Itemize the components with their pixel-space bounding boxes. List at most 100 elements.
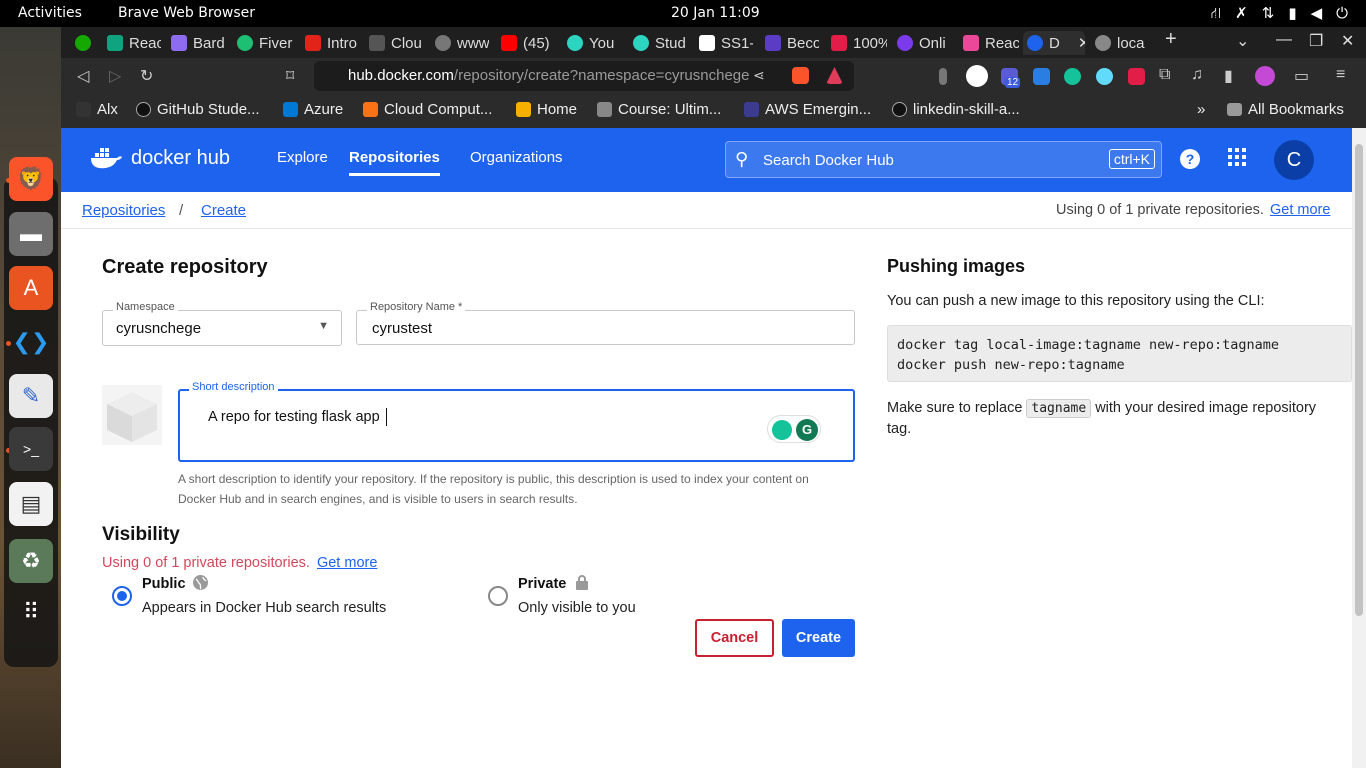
scrollbar-thumb[interactable] [1355, 144, 1363, 616]
files-icon[interactable]: ▬ [9, 212, 53, 256]
create-button[interactable]: Create [782, 619, 855, 657]
help-icon[interactable]: ? [1179, 148, 1201, 176]
activities-button[interactable]: Activities [18, 5, 82, 21]
extension-icon[interactable] [966, 65, 988, 87]
bookmark-item[interactable]: Cloud Comput... [363, 101, 492, 118]
browser-tab[interactable]: Bard [167, 31, 229, 55]
brave-icon[interactable]: 🦁 [9, 157, 53, 201]
extension-icon[interactable] [1033, 68, 1050, 85]
public-radio[interactable] [112, 586, 132, 606]
tab-search-chevron-icon[interactable]: ⌄ [1236, 31, 1249, 51]
breadcrumb-repositories[interactable]: Repositories [82, 202, 165, 219]
namespace-select[interactable]: cyrusnchege ▼ [102, 310, 342, 346]
extension-icon[interactable] [939, 68, 947, 85]
clock[interactable]: 20 Jan 11:09 [671, 5, 760, 21]
browser-tab[interactable]: Onli [893, 31, 953, 55]
grammarly-widget[interactable]: G [767, 415, 821, 443]
minimize-icon[interactable]: — [1276, 31, 1292, 49]
public-label[interactable]: Public [142, 576, 186, 592]
browser-tab-active[interactable]: D ✕ [1023, 31, 1085, 55]
bookmark-item[interactable]: GitHub Stude... [136, 101, 260, 118]
network-icon[interactable]: ⛙ [1211, 4, 1222, 24]
browser-tab[interactable]: Reac [103, 31, 161, 55]
search-docker-hub[interactable]: ⚲ Search Docker Hub ctrl+K [725, 141, 1162, 178]
bookmark-item[interactable]: Home [516, 101, 577, 118]
breadcrumb-create[interactable]: Create [201, 202, 246, 219]
new-tab-icon[interactable]: + [1165, 28, 1177, 51]
vscode-icon[interactable]: ❮❯ [9, 320, 53, 364]
browser-tab[interactable]: You [563, 31, 623, 55]
address-bar[interactable]: hub.docker.com/repository/create?namespa… [314, 61, 854, 91]
nav-organizations[interactable]: Organizations [470, 149, 563, 166]
sidebar-icon[interactable]: ▮ [1224, 66, 1233, 86]
dockerhub-logo[interactable]: docker hub [89, 146, 230, 170]
extension-icon[interactable] [1128, 68, 1145, 85]
lightbulb-icon[interactable] [772, 420, 792, 440]
document-viewer-icon[interactable]: ▤ [9, 482, 53, 526]
browser-tab[interactable]: Reac [959, 31, 1019, 55]
nav-explore[interactable]: Explore [277, 149, 328, 166]
short-description-input[interactable]: A repo for testing flask app G [178, 389, 855, 462]
media-icon[interactable]: ♫ [1191, 66, 1203, 84]
react-devtools-icon[interactable] [1096, 68, 1113, 85]
reload-icon[interactable]: ↻ [140, 66, 153, 86]
close-window-icon[interactable]: ✕ [1341, 31, 1354, 51]
browser-tab[interactable]: Stud [629, 31, 689, 55]
cli-code-block[interactable]: docker tag local-image:tagname new-repo:… [887, 325, 1352, 382]
accessibility-icon[interactable]: ✗ [1235, 4, 1248, 24]
private-radio[interactable] [488, 586, 508, 606]
bookmark-item[interactable]: AWS Emergin... [744, 101, 871, 118]
close-tab-icon[interactable]: ✕ [1078, 34, 1085, 52]
browser-tab[interactable]: Clou [365, 31, 425, 55]
forward-icon[interactable]: ▷ [109, 66, 121, 86]
all-bookmarks[interactable]: All Bookmarks [1227, 101, 1344, 118]
back-icon[interactable]: ◁ [77, 66, 89, 86]
user-avatar[interactable]: C [1274, 140, 1314, 180]
brave-shields-icon[interactable] [792, 67, 809, 84]
browser-tab[interactable]: Intro [301, 31, 359, 55]
active-app-name[interactable]: Brave Web Browser [118, 5, 255, 21]
maximize-icon[interactable]: ❐ [1309, 31, 1323, 51]
cancel-button[interactable]: Cancel [695, 619, 774, 657]
system-tray[interactable]: ⛙ ✗ ⇅ ▮ ◀ ⏻ [1211, 4, 1348, 24]
visibility-get-more-link[interactable]: Get more [317, 555, 377, 571]
more-bookmarks-icon[interactable]: » [1197, 101, 1205, 118]
browser-tab[interactable]: Fiver [233, 31, 293, 55]
trash-icon[interactable]: ♻ [9, 539, 53, 583]
bookmark-item[interactable]: Azure [283, 101, 343, 118]
browser-tab[interactable]: loca [1091, 31, 1151, 55]
grammarly-icon[interactable]: G [796, 419, 818, 441]
bookmark-item[interactable]: Course: Ultim... [597, 101, 721, 118]
repository-name-input[interactable]: cyrustest [356, 310, 855, 345]
wifi-icon[interactable]: ⇅ [1262, 4, 1275, 24]
tab-upwork[interactable] [71, 31, 101, 55]
grammarly-icon[interactable] [1064, 68, 1081, 85]
wallet-icon[interactable]: ▭ [1294, 66, 1309, 86]
browser-tab[interactable]: 100% [827, 31, 887, 55]
text-editor-icon[interactable]: ✎ [9, 374, 53, 418]
nav-repositories[interactable]: Repositories [349, 149, 440, 176]
menu-icon[interactable]: ≡ [1336, 66, 1345, 84]
app-center-icon[interactable]: A [9, 266, 53, 310]
get-more-link[interactable]: Get more [1270, 202, 1330, 218]
apps-grid-icon[interactable] [1227, 147, 1247, 173]
breadcrumb: Repositories / Create Using 0 of 1 priva… [61, 192, 1352, 229]
bookmark-icon[interactable]: ⌑ [286, 66, 294, 86]
extensions-puzzle-icon[interactable]: ⧉ [1159, 66, 1170, 84]
terminal-icon[interactable]: >_ [9, 427, 53, 471]
share-icon[interactable]: ⋖ [753, 67, 765, 84]
browser-tab[interactable]: (45) [497, 31, 557, 55]
browser-tab[interactable]: SS1- [695, 31, 753, 55]
power-icon[interactable]: ⏻ [1336, 4, 1348, 24]
visibility-warning: Using 0 of 1 private repositories. Get m… [102, 555, 378, 571]
profile-avatar[interactable] [1255, 66, 1275, 86]
bookmark-item[interactable]: Alx [76, 101, 118, 118]
browser-tab[interactable]: www [431, 31, 489, 55]
page-scrollbar[interactable] [1352, 128, 1366, 768]
volume-icon[interactable]: ◀ [1311, 4, 1323, 24]
browser-tab[interactable]: Beco [761, 31, 819, 55]
bookmark-item[interactable]: linkedin-skill-a... [892, 101, 1020, 118]
private-label[interactable]: Private [518, 576, 566, 592]
show-apps-icon[interactable]: ⠿ [9, 590, 53, 634]
battery-icon[interactable]: ▮ [1288, 4, 1296, 24]
